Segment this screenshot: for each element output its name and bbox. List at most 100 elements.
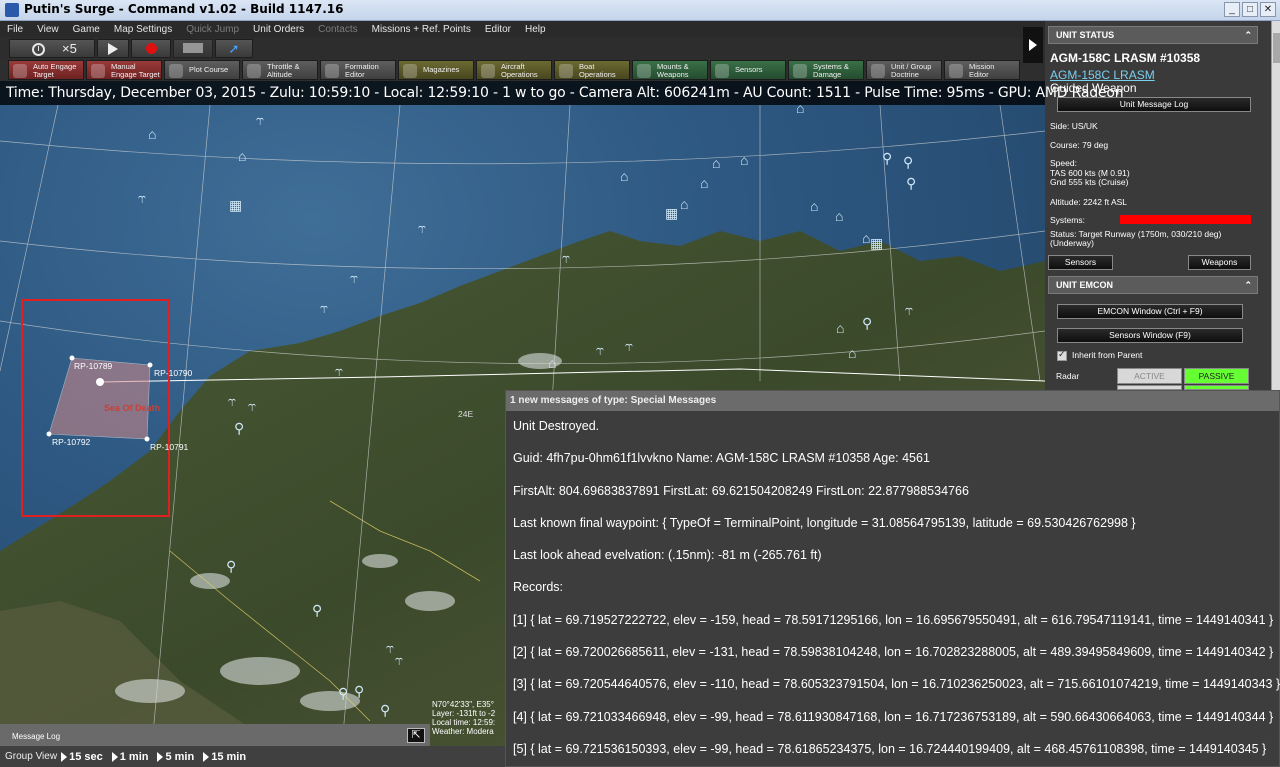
unit-icon[interactable]: ⚲ [226,559,236,573]
emcon-window-button[interactable]: EMCON Window (Ctrl + F9) [1057,304,1243,319]
unit-altitude: Altitude: 2242 ft ASL [1050,197,1128,207]
unit-icon[interactable]: ⌂ [148,127,156,141]
unit-emcon-header[interactable]: UNIT EMCON ⌃ [1048,276,1258,294]
sensors-window-button[interactable]: Sensors Window (F9) [1057,328,1243,343]
manual-engage-button[interactable]: Manual Engage Target [86,60,162,80]
formation-editor-button[interactable]: Formation Editor [320,60,396,80]
close-button[interactable]: ✕ [1260,2,1276,17]
rp-label-10791[interactable]: RP-10791 [150,442,188,452]
time-compression-button[interactable]: ×5 [9,39,95,58]
step-1min-button[interactable]: 1 min [111,751,148,763]
step-5min-button[interactable]: 5 min [157,751,194,763]
mission-editor-button[interactable]: Mission Editor [944,60,1020,80]
unit-icon[interactable]: ⥾ [625,339,633,353]
step-15sec-button[interactable]: 15 sec [61,751,103,763]
doctrine-button[interactable]: Unit / Group Doctrine [866,60,942,80]
unit-icon[interactable]: ⥾ [248,399,256,413]
menu-view[interactable]: View [30,24,66,35]
unit-icon[interactable]: ⌂ [712,156,720,170]
unit-icon[interactable]: ⥾ [320,301,328,315]
unit-icon[interactable]: ⌂ [700,176,708,190]
unit-icon[interactable]: ⚲ [234,421,244,435]
unit-icon[interactable]: ⌂ [548,356,556,370]
menu-file[interactable]: File [0,24,30,35]
unit-icon[interactable]: ⥾ [138,191,146,205]
tool-label: Formation Editor [345,62,379,79]
unit-icon[interactable]: ⌂ [810,199,818,213]
sensors-panel-button[interactable]: Sensors [1048,255,1113,270]
unit-icon[interactable]: ⚲ [906,176,916,190]
message-log-expand-button[interactable]: ⇱ [407,728,425,743]
unit-icon[interactable]: ⥾ [386,641,394,655]
unit-icon[interactable]: ⥾ [905,303,913,317]
unit-icon[interactable]: ⌂ [238,149,246,163]
radar-active-toggle[interactable]: ACTIVE [1117,368,1182,384]
unit-icon[interactable]: ⌂ [836,321,844,335]
unit-icon[interactable]: ⥾ [256,113,264,127]
unit-icon[interactable]: ⚲ [354,684,364,698]
minimize-button[interactable]: _ [1224,2,1240,17]
maximize-button[interactable]: □ [1242,2,1258,17]
unit-icon[interactable]: ⥾ [418,221,426,235]
rp-label-10790[interactable]: RP-10790 [154,368,192,378]
unit-icon[interactable]: ⥾ [596,343,604,357]
step-15min-button[interactable]: 15 min [203,751,246,763]
unit-icon[interactable]: ⥾ [395,653,403,667]
unit-orders-button[interactable]: ➚ [215,39,253,58]
unit-icon[interactable]: ▦ [229,198,242,212]
systems-damage-button[interactable]: Systems & Damage [788,60,864,80]
rp-label-10792[interactable]: RP-10792 [52,437,90,447]
unit-icon[interactable]: ⥾ [228,394,236,408]
scroll-thumb[interactable] [1273,33,1280,63]
throttle-altitude-button[interactable]: Throttle & Altitude [242,60,318,80]
unit-class-link[interactable]: AGM-158C LRASM [1050,68,1155,82]
unit-icon[interactable]: ⥾ [562,251,570,265]
menu-unit-orders[interactable]: Unit Orders [246,24,311,35]
unit-icon[interactable]: ▦ [665,206,678,220]
unit-icon[interactable]: ⚲ [312,603,322,617]
menu-missions[interactable]: Missions + Ref. Points [365,24,478,35]
unit-icon[interactable]: ⥾ [350,271,358,285]
unit-icon[interactable]: ⌂ [620,169,628,183]
sensors-button[interactable]: Sensors [710,60,786,80]
unit-icon[interactable]: ⚲ [903,155,913,169]
plot-course-button[interactable]: Plot Course [164,60,240,80]
mounts-weapons-button[interactable]: Mounts & Weapons [632,60,708,80]
record-button[interactable] [131,39,171,58]
message-log-label: Message Log [12,732,61,741]
window-title: Putin's Surge - Command v1.02 - Build 11… [24,2,344,16]
play-button[interactable] [97,39,129,58]
unit-icon[interactable]: ⚲ [338,686,348,700]
rp-label-10789[interactable]: RP-10789 [74,361,112,371]
unit-icon[interactable]: ⌂ [740,153,748,167]
tool-label: Magazines [423,65,460,74]
unit-icon[interactable]: ▦ [870,236,883,250]
unit-icon[interactable]: ⌂ [835,209,843,223]
menu-quick-jump[interactable]: Quick Jump [179,24,246,35]
panel-scrollbar[interactable] [1271,21,1280,390]
aircraft-operations-button[interactable]: Aircraft Operations [476,60,552,80]
quick-jump-button[interactable] [173,39,213,58]
inherit-parent-checkbox[interactable] [1057,349,1067,361]
unit-icon[interactable]: ⚲ [862,316,872,330]
menu-editor[interactable]: Editor [478,24,518,35]
menu-map-settings[interactable]: Map Settings [107,24,179,35]
panel-collapse-button[interactable] [1023,27,1043,63]
menu-help[interactable]: Help [518,24,553,35]
unit-icon[interactable]: ⚲ [380,703,390,717]
magazines-button[interactable]: Magazines [398,60,474,80]
message-log-bar[interactable]: Message Log [0,724,430,746]
radar-passive-toggle[interactable]: PASSIVE [1184,368,1249,384]
menu-contacts[interactable]: Contacts [311,24,364,35]
unit-icon[interactable]: ⥾ [335,364,343,378]
unit-icon[interactable]: ⌂ [848,346,856,360]
unit-icon[interactable]: ⌂ [680,197,688,211]
menu-game[interactable]: Game [66,24,107,35]
message-title[interactable]: 1 new messages of type: Special Messages [506,391,1279,411]
weapons-panel-button[interactable]: Weapons [1188,255,1251,270]
unit-status-header[interactable]: UNIT STATUS ⌃ [1048,26,1258,44]
unit-icon[interactable]: ⚲ [882,151,892,165]
boat-operations-button[interactable]: Boat Operations [554,60,630,80]
auto-engage-button[interactable]: Auto Engage Target [8,60,84,80]
tool-label: Boat Operations [579,62,616,79]
